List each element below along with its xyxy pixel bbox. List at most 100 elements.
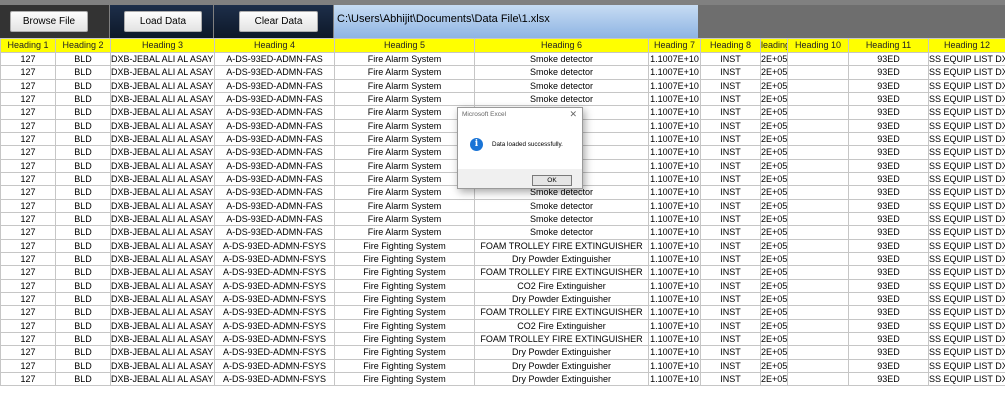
table-cell[interactable]: 2E+05 bbox=[760, 158, 788, 173]
table-cell[interactable] bbox=[787, 291, 849, 307]
table-cell[interactable]: 93ED bbox=[848, 118, 929, 133]
table-cell[interactable]: DXB-JEBAL ALI AL ASAYEL bbox=[110, 291, 215, 307]
table-cell[interactable]: DXB-JEBAL ALI AL ASAYEL bbox=[110, 238, 215, 253]
table-cell[interactable]: INST bbox=[700, 158, 761, 173]
table-cell[interactable]: A-DS-93ED-ADMN-FAS bbox=[214, 185, 335, 200]
table-cell[interactable]: 127 bbox=[0, 198, 56, 213]
table-cell[interactable]: Fire Alarm System bbox=[334, 131, 475, 147]
table-cell[interactable]: Fire Fighting System bbox=[334, 251, 475, 267]
table-cell[interactable]: BLD bbox=[55, 105, 111, 120]
table-cell[interactable] bbox=[787, 145, 849, 160]
table-cell[interactable] bbox=[787, 211, 849, 227]
table-cell[interactable]: 127 bbox=[0, 225, 56, 240]
table-cell[interactable]: BLD bbox=[55, 371, 111, 387]
table-cell[interactable] bbox=[787, 78, 849, 93]
table-cell[interactable]: FOAM TROLLEY FIRE EXTINGUISHER bbox=[474, 265, 649, 280]
table-cell[interactable]: 127 bbox=[0, 318, 56, 333]
table-cell[interactable]: Fire Fighting System bbox=[334, 305, 475, 320]
column-header[interactable]: Heading 6 bbox=[474, 38, 649, 53]
table-cell[interactable]: 93ED bbox=[848, 345, 929, 360]
table-cell[interactable]: BLD bbox=[55, 131, 111, 147]
table-cell[interactable]: 2E+05 bbox=[760, 171, 788, 187]
table-cell[interactable]: DXB-JEBAL ALI AL ASAYEL bbox=[110, 158, 215, 173]
table-cell[interactable]: 93ED bbox=[848, 358, 929, 373]
table-cell[interactable]: 127 bbox=[0, 345, 56, 360]
table-cell[interactable]: A-DS-93ED-ADMN-FAS bbox=[214, 118, 335, 133]
table-cell[interactable]: INST bbox=[700, 78, 761, 93]
column-header[interactable]: Heading 5 bbox=[334, 38, 475, 53]
ok-button[interactable]: OK bbox=[532, 175, 572, 186]
table-cell[interactable]: 1.1007E+10 bbox=[648, 118, 701, 133]
table-cell[interactable]: SS EQUIP LIST DXB bbox=[928, 198, 1005, 213]
table-cell[interactable]: A-DS-93ED-ADMN-FSYS bbox=[214, 265, 335, 280]
table-cell[interactable] bbox=[787, 331, 849, 347]
table-cell[interactable]: 1.1007E+10 bbox=[648, 185, 701, 200]
column-header[interactable]: leading bbox=[760, 38, 788, 53]
table-cell[interactable]: INST bbox=[700, 211, 761, 227]
table-cell[interactable]: 2E+05 bbox=[760, 318, 788, 333]
table-cell[interactable]: Fire Alarm System bbox=[334, 78, 475, 93]
table-cell[interactable]: A-DS-93ED-ADMN-FAS bbox=[214, 51, 335, 67]
table-cell[interactable]: 93ED bbox=[848, 318, 929, 333]
table-cell[interactable]: 2E+05 bbox=[760, 305, 788, 320]
table-cell[interactable]: Fire Alarm System bbox=[334, 211, 475, 227]
table-cell[interactable]: INST bbox=[700, 371, 761, 387]
table-cell[interactable]: 127 bbox=[0, 278, 56, 293]
load-data-button[interactable]: Load Data bbox=[124, 11, 202, 32]
table-cell[interactable]: Smoke detector bbox=[474, 211, 649, 227]
table-cell[interactable] bbox=[787, 118, 849, 133]
table-cell[interactable]: DXB-JEBAL ALI AL ASAYEL bbox=[110, 278, 215, 293]
table-cell[interactable]: 2E+05 bbox=[760, 345, 788, 360]
table-cell[interactable]: 1.1007E+10 bbox=[648, 51, 701, 67]
table-cell[interactable]: 93ED bbox=[848, 185, 929, 200]
table-cell[interactable]: BLD bbox=[55, 305, 111, 320]
table-cell[interactable]: DXB-JEBAL ALI AL ASAYEL bbox=[110, 105, 215, 120]
browse-file-button[interactable]: Browse File bbox=[10, 11, 88, 32]
table-cell[interactable]: Smoke detector bbox=[474, 51, 649, 67]
table-cell[interactable]: 1.1007E+10 bbox=[648, 238, 701, 253]
column-header[interactable]: Heading 7 bbox=[648, 38, 701, 53]
table-cell[interactable]: 93ED bbox=[848, 91, 929, 107]
table-cell[interactable]: Fire Fighting System bbox=[334, 371, 475, 387]
table-cell[interactable]: 93ED bbox=[848, 305, 929, 320]
table-cell[interactable]: SS EQUIP LIST DXB bbox=[928, 211, 1005, 227]
table-cell[interactable] bbox=[787, 305, 849, 320]
table-cell[interactable]: Smoke detector bbox=[474, 225, 649, 240]
table-cell[interactable] bbox=[787, 185, 849, 200]
table-cell[interactable]: 127 bbox=[0, 291, 56, 307]
table-cell[interactable]: BLD bbox=[55, 171, 111, 187]
table-cell[interactable]: SS EQUIP LIST DXB bbox=[928, 145, 1005, 160]
table-cell[interactable]: A-DS-93ED-ADMN-FAS bbox=[214, 198, 335, 213]
table-cell[interactable]: 127 bbox=[0, 331, 56, 347]
table-cell[interactable]: A-DS-93ED-ADMN-FSYS bbox=[214, 238, 335, 253]
table-cell[interactable]: Smoke detector bbox=[474, 198, 649, 213]
table-cell[interactable]: 93ED bbox=[848, 251, 929, 267]
table-cell[interactable]: 93ED bbox=[848, 291, 929, 307]
table-cell[interactable]: SS EQUIP LIST DXB bbox=[928, 318, 1005, 333]
table-cell[interactable]: DXB-JEBAL ALI AL ASAYEL bbox=[110, 251, 215, 267]
table-cell[interactable]: INST bbox=[700, 305, 761, 320]
table-cell[interactable]: 93ED bbox=[848, 105, 929, 120]
table-cell[interactable]: 1.1007E+10 bbox=[648, 345, 701, 360]
table-cell[interactable]: SS EQUIP LIST DXB bbox=[928, 118, 1005, 133]
table-cell[interactable]: 127 bbox=[0, 171, 56, 187]
table-cell[interactable]: INST bbox=[700, 105, 761, 120]
column-header[interactable]: Heading 2 bbox=[55, 38, 111, 53]
table-cell[interactable]: 1.1007E+10 bbox=[648, 291, 701, 307]
table-cell[interactable] bbox=[787, 345, 849, 360]
table-cell[interactable]: DXB-JEBAL ALI AL ASAYEL bbox=[110, 65, 215, 80]
column-header[interactable]: Heading 4 bbox=[214, 38, 335, 53]
table-cell[interactable]: 93ED bbox=[848, 131, 929, 147]
table-cell[interactable]: BLD bbox=[55, 145, 111, 160]
table-cell[interactable]: DXB-JEBAL ALI AL ASAYEL bbox=[110, 305, 215, 320]
table-cell[interactable]: SS EQUIP LIST DXB bbox=[928, 291, 1005, 307]
table-cell[interactable]: Fire Fighting System bbox=[334, 345, 475, 360]
table-cell[interactable]: DXB-JEBAL ALI AL ASAYEL bbox=[110, 225, 215, 240]
table-cell[interactable]: BLD bbox=[55, 118, 111, 133]
table-cell[interactable]: Fire Alarm System bbox=[334, 225, 475, 240]
table-cell[interactable]: 93ED bbox=[848, 145, 929, 160]
table-cell[interactable]: 2E+05 bbox=[760, 105, 788, 120]
table-cell[interactable]: 127 bbox=[0, 65, 56, 80]
table-cell[interactable]: A-DS-93ED-ADMN-FAS bbox=[214, 65, 335, 80]
table-cell[interactable]: SS EQUIP LIST DXB bbox=[928, 345, 1005, 360]
